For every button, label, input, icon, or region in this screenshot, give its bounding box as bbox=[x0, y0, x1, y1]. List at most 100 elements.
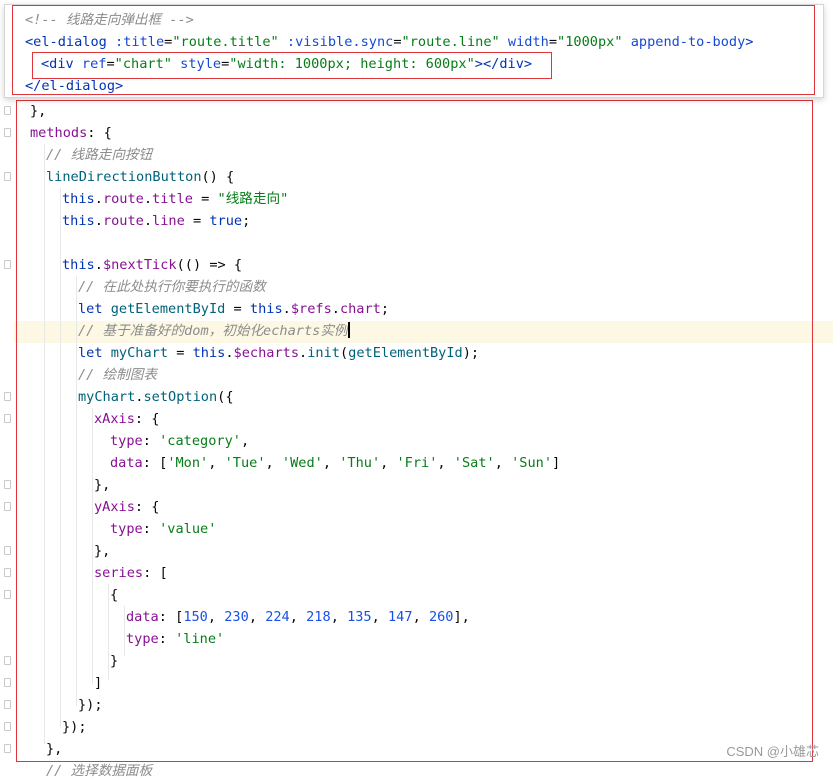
fold-marker-icon[interactable] bbox=[4, 172, 11, 181]
code-token: 'Thu' bbox=[339, 455, 381, 471]
fold-marker-icon[interactable] bbox=[4, 392, 11, 401]
code-line: { bbox=[110, 584, 118, 606]
code-line: methods: { bbox=[30, 122, 112, 144]
code-token: . bbox=[94, 213, 103, 229]
code-line: data: ['Mon', 'Tue', 'Wed', 'Thu', 'Fri'… bbox=[110, 452, 560, 474]
code-token: 150 bbox=[183, 609, 208, 625]
code-token: = bbox=[225, 301, 250, 317]
code-token: : { bbox=[134, 499, 160, 515]
code-token: : [ bbox=[142, 455, 168, 471]
code-token: } bbox=[110, 653, 119, 669]
code-token: chart bbox=[339, 301, 381, 317]
fold-marker-icon[interactable] bbox=[4, 590, 11, 599]
code-token: . bbox=[94, 257, 103, 273]
code-token: . bbox=[331, 301, 340, 317]
code-line: // 线路走向按钮 bbox=[46, 144, 152, 166]
code-line: type: 'category', bbox=[110, 430, 249, 452]
code-line: type: 'line' bbox=[126, 628, 224, 650]
code-token: type bbox=[110, 433, 143, 449]
code-token: { bbox=[110, 587, 119, 603]
code-line: series: [ bbox=[94, 562, 168, 584]
code-line: myChart.setOption({ bbox=[78, 386, 234, 408]
fold-marker-icon[interactable] bbox=[4, 678, 11, 687]
code-token: yAxis bbox=[94, 499, 135, 515]
popup-token: = bbox=[106, 56, 115, 72]
code-token: this bbox=[62, 213, 95, 229]
popup-token: "chart" bbox=[114, 56, 172, 72]
code-token: ] bbox=[552, 455, 561, 471]
code-token: : bbox=[142, 521, 160, 537]
code-line: yAxis: { bbox=[94, 496, 159, 518]
code-token: 224 bbox=[265, 609, 290, 625]
popup-token bbox=[623, 34, 631, 50]
code-token: // 线路走向按钮 bbox=[46, 147, 153, 163]
code-token: series bbox=[94, 565, 144, 581]
code-token: . bbox=[299, 345, 308, 361]
code-token: ; bbox=[242, 213, 251, 229]
code-token: let bbox=[78, 301, 111, 317]
code-token: : [ bbox=[158, 609, 184, 625]
code-token: , bbox=[412, 609, 429, 625]
code-token: , bbox=[240, 433, 250, 449]
popup-token bbox=[172, 56, 180, 72]
fold-marker-icon[interactable] bbox=[4, 414, 11, 423]
fold-marker-icon[interactable] bbox=[4, 546, 11, 555]
code-token: this bbox=[62, 191, 95, 207]
code-line: // 在此处执行你要执行的函数 bbox=[78, 276, 266, 298]
fold-marker-icon[interactable] bbox=[4, 568, 11, 577]
indent-guide bbox=[108, 584, 109, 680]
code-line: // 选择数据面板 bbox=[46, 760, 152, 782]
code-token: ], bbox=[453, 609, 470, 625]
fold-marker-icon[interactable] bbox=[4, 722, 11, 731]
code-token: myChart bbox=[78, 389, 136, 405]
code-token: ; bbox=[380, 301, 390, 317]
fold-marker-icon[interactable] bbox=[4, 480, 11, 489]
popup-token: ></div> bbox=[474, 56, 533, 72]
fold-marker-icon[interactable] bbox=[4, 106, 11, 115]
code-token: 218 bbox=[306, 609, 331, 625]
popup-token: :visible.sync bbox=[286, 34, 394, 50]
code-token: 'Wed' bbox=[281, 455, 323, 471]
code-token: 'value' bbox=[159, 521, 217, 537]
code-line: xAxis: { bbox=[94, 408, 159, 430]
indent-guide bbox=[60, 188, 61, 728]
popup-line: <div ref="chart" style="width: 1000px; h… bbox=[41, 53, 532, 75]
popup-token: ref bbox=[81, 56, 107, 72]
fold-marker-icon[interactable] bbox=[4, 260, 11, 269]
code-token: 230 bbox=[224, 609, 249, 625]
code-token: 'Fri' bbox=[396, 455, 438, 471]
popup-line: <el-dialog :title = "route.title" :visible… bbox=[25, 31, 753, 53]
fold-marker-icon[interactable] bbox=[4, 128, 11, 137]
code-line: ] bbox=[94, 672, 102, 694]
code-line: }, bbox=[46, 738, 62, 760]
fold-marker-icon[interactable] bbox=[4, 502, 11, 511]
code-token: . bbox=[143, 213, 153, 229]
code-token: = bbox=[184, 213, 210, 229]
code-token: data bbox=[126, 609, 159, 625]
code-token: this bbox=[249, 301, 283, 317]
code-token: . bbox=[282, 301, 291, 317]
code-token: route bbox=[102, 191, 144, 207]
fold-marker-icon[interactable] bbox=[4, 656, 11, 665]
indent-guide bbox=[124, 606, 125, 656]
code-token: . bbox=[143, 191, 153, 207]
code-token: }); bbox=[62, 719, 87, 735]
code-line: } bbox=[110, 650, 118, 672]
popup-line: </el-dialog> bbox=[25, 75, 123, 97]
code-token: this bbox=[192, 345, 226, 361]
fold-marker-icon[interactable] bbox=[4, 744, 11, 753]
fold-marker-icon[interactable] bbox=[4, 700, 11, 709]
code-token: 'Mon' bbox=[167, 455, 209, 471]
code-token: methods bbox=[30, 125, 88, 141]
code-token: = bbox=[168, 345, 193, 361]
code-token: $echarts bbox=[233, 345, 300, 361]
code-token: let bbox=[78, 345, 111, 361]
popup-token: append-to-body bbox=[630, 34, 746, 50]
code-token: myChart bbox=[110, 345, 169, 361]
code-token: this bbox=[62, 257, 95, 273]
code-token: 135 bbox=[347, 609, 372, 625]
code-token: // 选择数据面板 bbox=[46, 763, 153, 779]
code-editor[interactable]: }, methods: {// 线路走向按钮 lineDirectionButton… bbox=[14, 0, 833, 779]
code-token: init bbox=[307, 345, 340, 361]
code-token: 'line' bbox=[175, 631, 225, 647]
